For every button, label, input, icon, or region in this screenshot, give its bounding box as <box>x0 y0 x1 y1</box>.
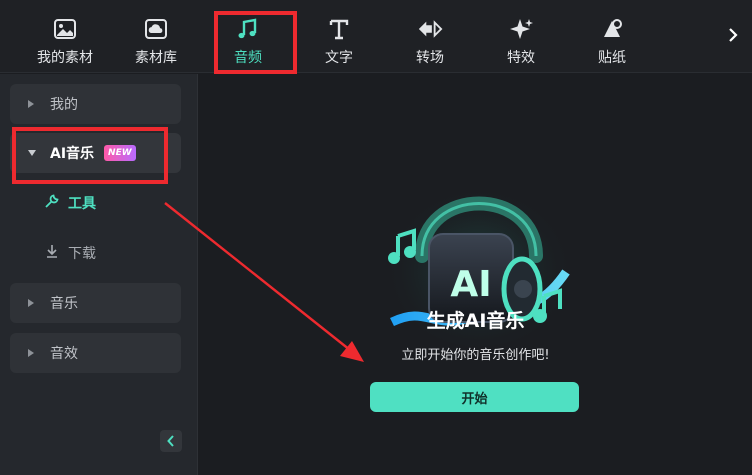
cloud-library-icon <box>143 16 169 42</box>
sidebar-item-label: 音乐 <box>50 296 78 312</box>
tab-stickers[interactable]: 贴纸 <box>577 0 647 73</box>
svg-text:AI: AI <box>450 264 491 305</box>
sidebar-subitem-label: 工具 <box>68 196 96 212</box>
sidebar-item-sound-effects[interactable]: 音效 <box>10 333 181 373</box>
panel-title: 生成AI音乐 <box>426 310 525 332</box>
tab-label: 素材库 <box>135 50 177 66</box>
annotation-highlight-ai-music <box>12 127 168 184</box>
toolbar-next-button[interactable] <box>724 24 742 50</box>
sidebar-item-mine[interactable]: 我的 <box>10 84 181 124</box>
caret-right-icon <box>28 349 38 357</box>
image-icon <box>52 16 78 42</box>
chevron-left-icon <box>167 432 175 451</box>
sidebar-item-label: 我的 <box>50 97 78 113</box>
sidebar-subitem-tools[interactable]: 工具 <box>44 193 96 213</box>
tab-library[interactable]: 素材库 <box>121 0 191 73</box>
tab-transition[interactable]: 转场 <box>395 0 465 73</box>
sparkle-effects-icon <box>508 16 534 42</box>
sticker-icon <box>599 16 625 42</box>
tab-text[interactable]: 文字 <box>304 0 374 73</box>
tab-label: 贴纸 <box>598 50 626 66</box>
ai-music-panel: AI 生成AI音乐 立即开始你的音乐创作吧! 开始 <box>199 74 752 475</box>
caret-right-icon <box>28 299 38 307</box>
start-button[interactable]: 开始 <box>370 382 579 412</box>
sidebar-item-label: 音效 <box>50 346 78 362</box>
text-t-icon <box>326 16 352 42</box>
download-icon <box>44 243 60 263</box>
sidebar-subitem-label: 下载 <box>68 246 96 262</box>
caret-right-icon <box>28 100 38 108</box>
top-toolbar: 我的素材 素材库 音频 文字 转场 特效 贴纸 <box>0 0 752 73</box>
tab-label: 我的素材 <box>37 50 93 66</box>
tab-label: 特效 <box>507 50 535 66</box>
transition-icon <box>417 16 443 42</box>
sidebar-subitem-download[interactable]: 下载 <box>44 243 96 263</box>
tab-label: 转场 <box>416 50 444 66</box>
annotation-highlight-audio-tab <box>214 11 297 74</box>
tab-effects[interactable]: 特效 <box>486 0 556 73</box>
tab-label: 文字 <box>325 50 353 66</box>
collapse-sidebar-button[interactable] <box>160 430 182 452</box>
panel-subtitle: 立即开始你的音乐创作吧! <box>401 348 550 363</box>
chevron-right-icon <box>728 27 738 47</box>
tab-my-media[interactable]: 我的素材 <box>30 0 100 73</box>
wrench-icon <box>44 193 60 213</box>
sidebar-item-music[interactable]: 音乐 <box>10 283 181 323</box>
